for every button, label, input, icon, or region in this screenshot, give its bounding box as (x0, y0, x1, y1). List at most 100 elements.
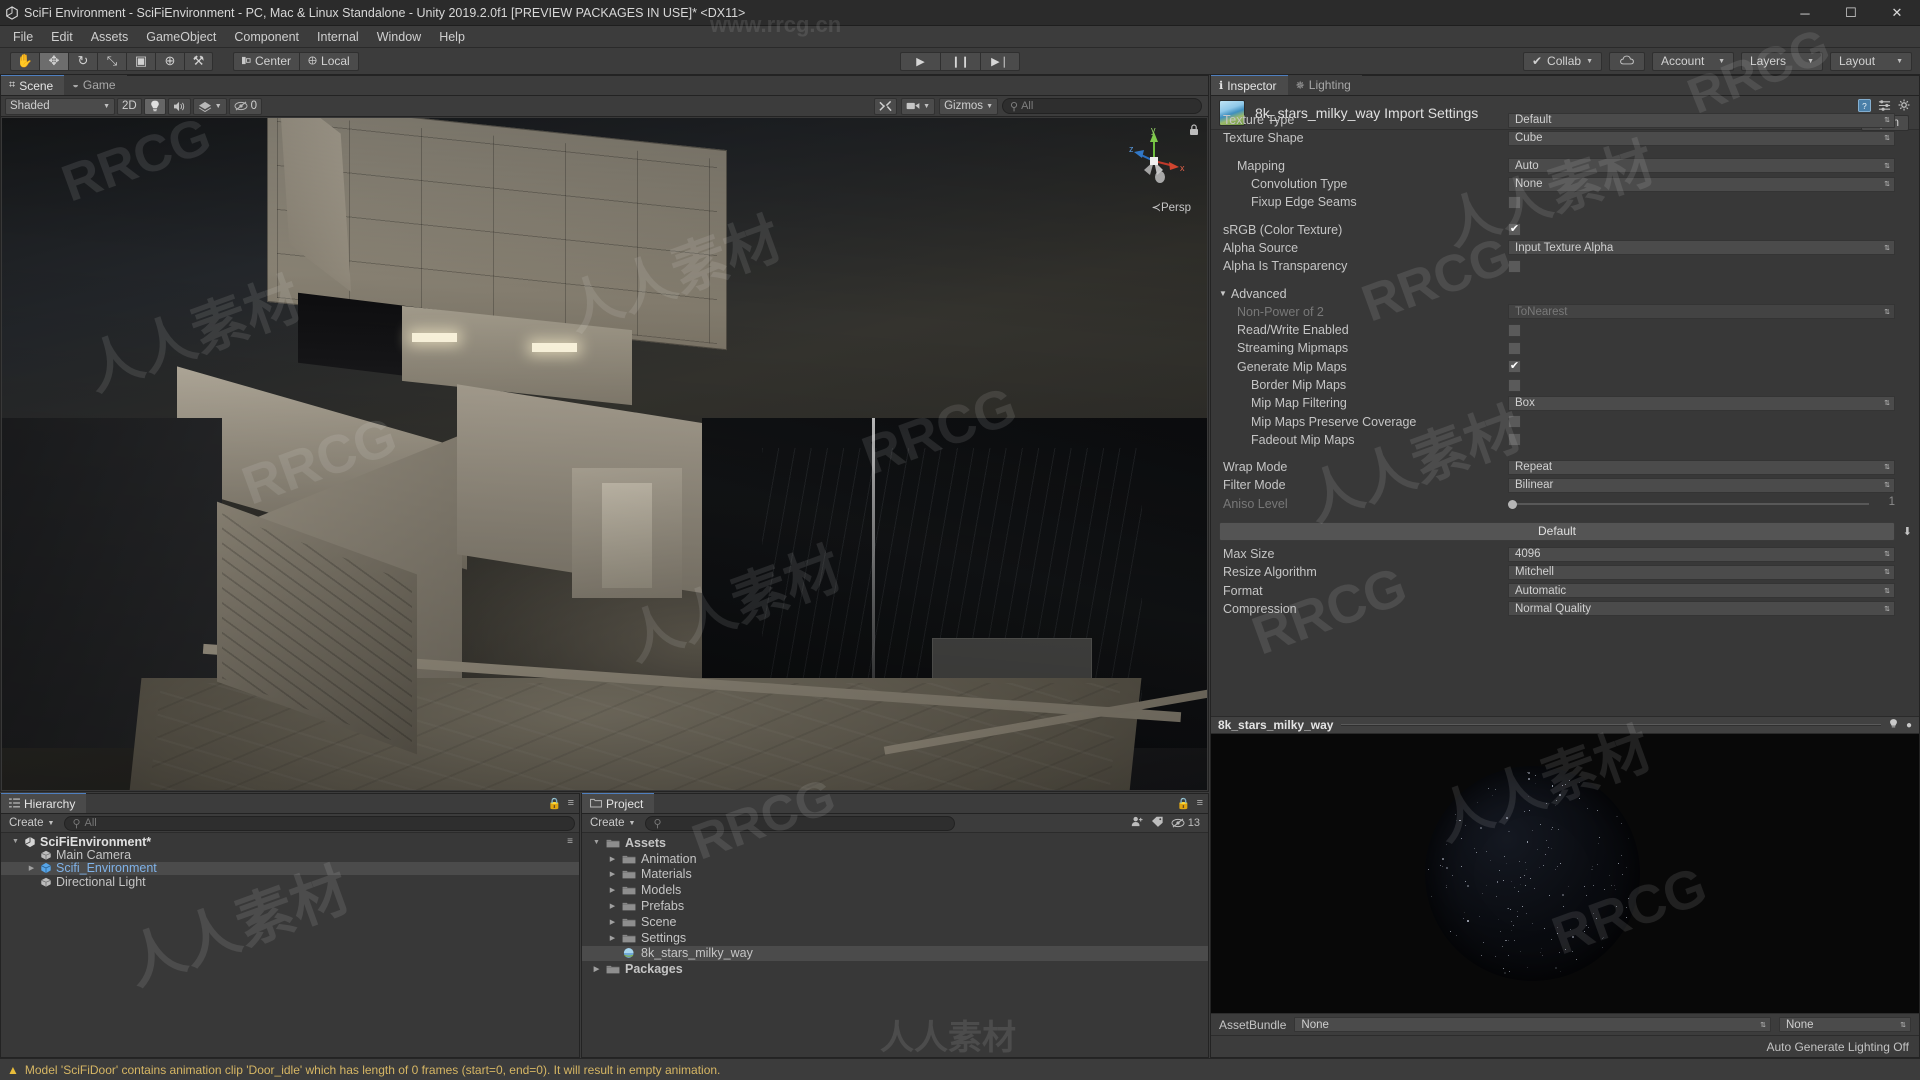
hierarchy-search-input[interactable]: ⚲ All (64, 815, 575, 831)
preview-settings-icon[interactable]: ● (1906, 720, 1912, 731)
project-item-0[interactable]: ▼ Assets (582, 835, 1208, 851)
chevron-down-icon[interactable]: ▼ (11, 838, 20, 845)
scene-hidden-objects-toggle[interactable]: 0 (228, 97, 263, 115)
project-item-6[interactable]: ▶ Settings (582, 930, 1208, 946)
chevron-right-icon[interactable]: ▶ (608, 870, 617, 878)
panel-menu-icon[interactable]: ≡ (568, 797, 574, 810)
scale-tool[interactable]: ⤡ (97, 51, 126, 71)
scene-viewport[interactable]: y x z ≺Persp (2, 118, 1207, 790)
toggle-2d-button[interactable]: 2D (117, 97, 142, 115)
menu-item-file[interactable]: File (4, 27, 42, 47)
project-item-3[interactable]: ▶ Models (582, 882, 1208, 898)
dropdown-wrap-mode[interactable]: Repeat ⇅ (1508, 459, 1895, 475)
project-item-8[interactable]: ▶ Packages (582, 961, 1208, 977)
rotate-tool[interactable]: ↻ (68, 51, 97, 71)
dropdown-texture-shape[interactable]: Cube ⇅ (1508, 130, 1895, 146)
filter-by-label-icon[interactable] (1151, 816, 1164, 830)
pause-button[interactable]: ❙❙ (940, 51, 980, 71)
hierarchy-item-2[interactable]: ▶ Scifi_Environment (1, 861, 579, 875)
menu-item-edit[interactable]: Edit (42, 27, 82, 47)
scene-perspective-label[interactable]: ≺Persp (1151, 200, 1191, 214)
transform-tool[interactable]: ⊕ (155, 51, 184, 71)
shading-mode-dropdown[interactable]: Shaded ▼ (5, 97, 115, 115)
hierarchy-item-3[interactable]: ▶ Directional Light (1, 875, 579, 889)
checkbox-streaming-mipmaps[interactable]: ✔ (1508, 341, 1521, 355)
project-item-2[interactable]: ▶ Materials (582, 867, 1208, 883)
texture-preview[interactable] (1211, 734, 1919, 1013)
dropdown-convolution-type[interactable]: None ⇅ (1508, 176, 1895, 192)
chevron-right-icon[interactable]: ▶ (592, 965, 601, 973)
tab-inspector[interactable]: ℹ Inspector (1211, 75, 1288, 95)
menu-item-gameobject[interactable]: GameObject (137, 27, 225, 47)
scene-search-input[interactable]: ⚲ All (1002, 98, 1202, 114)
preview-lightbulb-icon[interactable] (1889, 718, 1898, 733)
chevron-right-icon[interactable]: ▶ (608, 918, 617, 926)
move-tool[interactable]: ✥ (39, 51, 68, 71)
account-button[interactable]: Account ▼ (1652, 51, 1734, 71)
menu-item-assets[interactable]: Assets (82, 27, 138, 47)
cloud-button[interactable] (1609, 51, 1645, 71)
tab-project[interactable]: Project (582, 793, 655, 813)
maximize-button[interactable]: ☐ (1828, 0, 1874, 26)
dropdown-alpha-source[interactable]: Input Texture Alpha ⇅ (1508, 240, 1895, 256)
dropdown-format[interactable]: Automatic ⇅ (1508, 583, 1895, 599)
dropdown-compression[interactable]: Normal Quality ⇅ (1508, 601, 1895, 617)
custom-tool[interactable]: ⚒ (184, 51, 213, 71)
chevron-right-icon[interactable]: ▶ (608, 886, 617, 894)
lock-icon[interactable]: 🔒 (1177, 797, 1191, 810)
play-button[interactable]: ▶ (900, 51, 940, 71)
checkbox-read-write-enabled[interactable]: ✔ (1508, 323, 1521, 337)
layout-button[interactable]: Layout ▼ (1830, 51, 1912, 71)
chevron-right-icon[interactable]: ▶ (27, 864, 36, 872)
checkbox-alpha-is-transparency[interactable]: ✔ (1508, 259, 1521, 273)
chevron-right-icon[interactable]: ▶ (608, 855, 617, 863)
project-item-4[interactable]: ▶ Prefabs (582, 898, 1208, 914)
download-icon[interactable]: ⬇ (1903, 525, 1912, 538)
status-bar[interactable]: ▲ Model 'SciFiDoor' contains animation c… (0, 1058, 1920, 1080)
scene-fx-toggle[interactable]: ▼ (192, 97, 227, 115)
checkbox-mip-maps-preserve-coverage[interactable]: ✔ (1508, 415, 1521, 429)
tab-lighting[interactable]: ✵ Lighting (1287, 75, 1362, 95)
checkbox-fadeout-mip-maps[interactable]: ✔ (1508, 433, 1521, 447)
chevron-down-icon[interactable]: ▼ (592, 839, 601, 846)
checkbox-generate-mip-maps[interactable]: ✔ (1508, 360, 1521, 374)
filter-by-type-icon[interactable] (1131, 816, 1144, 830)
slider-knob[interactable] (1508, 499, 1517, 509)
dropdown-max-size[interactable]: 4096 ⇅ (1508, 546, 1895, 562)
project-item-7[interactable]: ▶ 8k_stars_milky_way (582, 945, 1208, 962)
hierarchy-item-0[interactable]: ▼ SciFiEnvironment* ≡ (1, 835, 579, 849)
tab-game[interactable]: ◒ Game (64, 75, 127, 95)
hand-tool[interactable]: ✋ (10, 51, 39, 71)
scene-tools-button[interactable] (874, 97, 898, 115)
project-item-5[interactable]: ▶ Scene (582, 914, 1208, 930)
checkbox-border-mip-maps[interactable]: ✔ (1508, 378, 1521, 392)
collab-button[interactable]: ✔ Collab ▼ (1522, 51, 1602, 71)
checkbox-fixup-edge-seams[interactable]: ✔ (1508, 195, 1521, 209)
menu-item-window[interactable]: Window (368, 27, 430, 47)
hierarchy-item-1[interactable]: ▶ Main Camera (1, 848, 579, 862)
advanced-foldout[interactable]: ▼ Advanced (1219, 287, 1287, 301)
rect-tool[interactable]: ▣ (126, 51, 155, 71)
project-hidden-count[interactable]: 13 (1171, 817, 1200, 829)
dropdown-filter-mode[interactable]: Bilinear ⇅ (1508, 477, 1895, 493)
dropdown-texture-type[interactable]: Default ⇅ (1508, 112, 1895, 128)
gizmos-dropdown[interactable]: Gizmos ▼ (939, 97, 998, 115)
layers-button[interactable]: Layers ▼ (1741, 51, 1823, 71)
menu-item-internal[interactable]: Internal (308, 27, 368, 47)
dropdown-resize-algorithm[interactable]: Mitchell ⇅ (1508, 564, 1895, 580)
hierarchy-create-button[interactable]: Create ▼ (5, 817, 58, 829)
chevron-right-icon[interactable]: ▶ (608, 934, 617, 942)
tab-scene[interactable]: ⌗ Scene (1, 75, 65, 95)
lock-icon[interactable]: 🔒 (548, 797, 562, 810)
minimize-button[interactable]: ─ (1782, 0, 1828, 26)
platform-tab-default[interactable]: Default ⬇ (1219, 521, 1912, 541)
scene-audio-toggle[interactable] (167, 97, 191, 115)
chevron-right-icon[interactable]: ▶ (608, 902, 617, 910)
scene-camera-button[interactable]: ▼ (901, 97, 936, 115)
pivot-mode-button[interactable]: Center (233, 51, 300, 71)
scene-lock-icon[interactable] (1189, 124, 1199, 139)
step-button[interactable]: ▶❘ (980, 51, 1020, 71)
project-create-button[interactable]: Create ▼ (586, 817, 639, 829)
scene-lighting-toggle[interactable] (143, 97, 166, 115)
assetbundle-variant-dropdown[interactable]: None ⇅ (1779, 1017, 1911, 1032)
